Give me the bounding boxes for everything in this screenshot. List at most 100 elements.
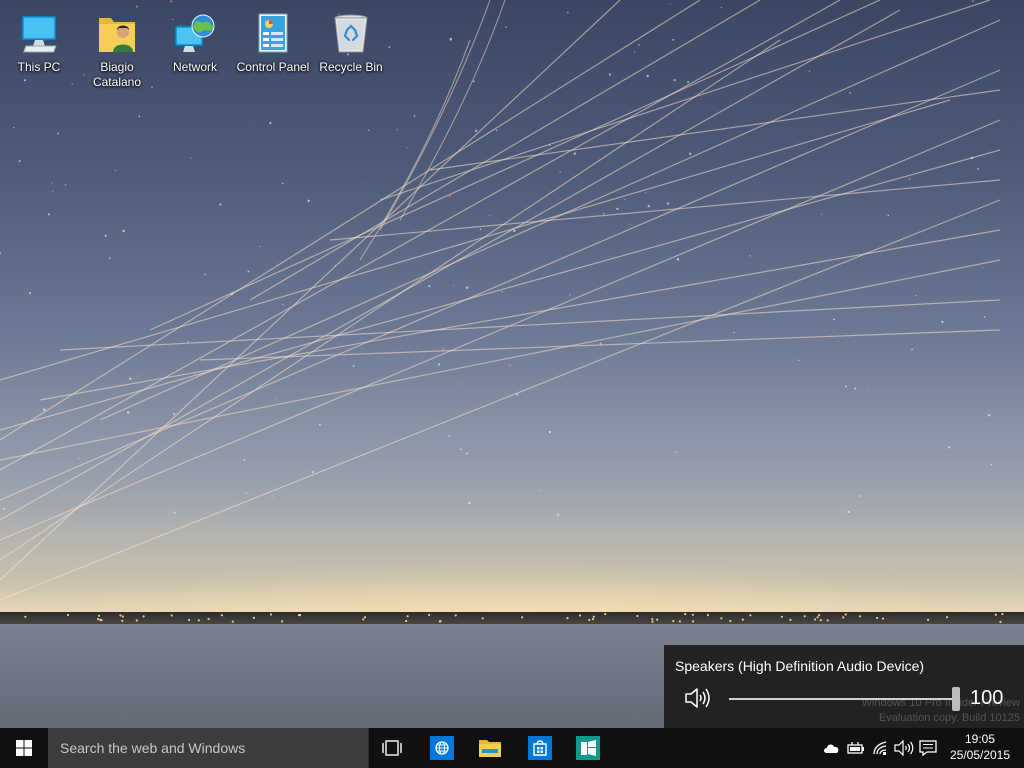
star xyxy=(307,199,310,203)
star xyxy=(396,129,399,131)
shore-light xyxy=(876,616,879,620)
star xyxy=(352,364,355,367)
start-button[interactable] xyxy=(0,728,48,768)
desktop-icon-control-panel[interactable]: Control Panel xyxy=(234,6,312,75)
star xyxy=(638,44,640,46)
shore-light xyxy=(121,615,124,618)
star xyxy=(385,478,388,481)
shore-light xyxy=(24,615,27,618)
shore-light xyxy=(197,619,200,622)
star-trail xyxy=(379,0,991,201)
desktop-icon-user-folder[interactable]: Biagio Catalano xyxy=(78,6,156,90)
star xyxy=(187,341,189,343)
star xyxy=(71,83,73,85)
shore-light xyxy=(438,620,441,623)
shore-light xyxy=(842,616,845,619)
star xyxy=(47,213,50,216)
star xyxy=(300,518,303,520)
desktop-icon-label: Control Panel xyxy=(236,60,310,74)
volume-slider-fill xyxy=(729,698,957,700)
star xyxy=(569,294,571,296)
shore-light xyxy=(636,614,639,618)
shore-light xyxy=(220,614,223,617)
file-explorer-button[interactable] xyxy=(466,728,514,768)
star xyxy=(52,191,54,193)
action-center-button[interactable] xyxy=(918,738,938,758)
app-tile-button[interactable] xyxy=(564,728,612,768)
star xyxy=(847,510,850,514)
desktop-icon-this-pc[interactable]: This PC xyxy=(0,6,78,75)
volume-slider-track[interactable] xyxy=(729,698,957,700)
desktop-icon-recycle-bin[interactable]: Recycle Bin xyxy=(312,6,390,75)
star xyxy=(453,262,455,264)
battery-button[interactable] xyxy=(846,738,866,758)
shore-light xyxy=(692,620,695,623)
star xyxy=(602,212,605,215)
network-tray-button[interactable] xyxy=(871,738,891,758)
star xyxy=(281,182,284,185)
star xyxy=(673,79,676,82)
desktop[interactable]: This PC Biagio Catalano Network Control … xyxy=(0,0,1024,728)
star xyxy=(741,165,743,167)
recycle-bin-icon xyxy=(334,14,368,53)
shore-light xyxy=(142,615,145,618)
shore-light xyxy=(780,615,784,618)
star xyxy=(854,387,857,390)
star xyxy=(448,435,451,437)
star xyxy=(138,115,141,118)
shore-light xyxy=(97,614,101,617)
star-trail xyxy=(429,89,1001,171)
star xyxy=(474,129,478,132)
browser-button[interactable] xyxy=(418,728,466,768)
star xyxy=(275,397,278,400)
star xyxy=(449,195,452,198)
watermark-line: Evaluation copy. Build 10125 xyxy=(878,712,1020,724)
shore-light xyxy=(729,619,732,623)
shore-light xyxy=(1001,612,1004,616)
file-explorer-icon xyxy=(479,740,501,757)
star xyxy=(849,92,851,94)
star xyxy=(18,160,21,163)
task-view-button[interactable] xyxy=(368,728,416,768)
shore-light xyxy=(207,617,210,621)
shore-light xyxy=(521,616,524,619)
star xyxy=(352,327,354,329)
speaker-mute-toggle-icon[interactable] xyxy=(684,686,710,710)
star xyxy=(136,375,139,378)
star xyxy=(57,132,59,135)
star xyxy=(428,285,431,288)
store-button[interactable] xyxy=(516,728,564,768)
star xyxy=(859,495,862,497)
shore-light xyxy=(454,614,457,617)
shore-light xyxy=(741,618,744,621)
star xyxy=(689,152,692,155)
star xyxy=(495,129,498,132)
star xyxy=(844,385,847,388)
volume-tray-button[interactable] xyxy=(894,738,914,758)
star xyxy=(129,377,132,380)
star xyxy=(465,286,469,289)
shore-light xyxy=(405,619,408,623)
star xyxy=(972,0,974,2)
browser-globe-icon xyxy=(430,736,454,760)
star xyxy=(676,258,680,261)
star xyxy=(173,412,176,415)
star xyxy=(368,129,370,131)
star xyxy=(488,215,491,217)
search-box[interactable]: Search the web and Windows xyxy=(48,728,369,768)
shore-light xyxy=(945,616,949,619)
desktop-icon-network[interactable]: Network xyxy=(156,6,234,75)
clock[interactable]: 19:05 25/05/2015 xyxy=(944,731,1016,763)
shore-light xyxy=(66,613,70,617)
star-trail xyxy=(0,199,1001,601)
star xyxy=(629,223,631,226)
shore-light xyxy=(579,614,582,617)
star xyxy=(247,270,250,273)
star xyxy=(573,152,577,155)
volume-slider-thumb[interactable] xyxy=(952,687,960,711)
star xyxy=(983,316,986,318)
shore-light xyxy=(672,619,675,623)
star xyxy=(567,11,569,14)
onedrive-button[interactable] xyxy=(822,738,842,758)
audio-device-name[interactable]: Speakers (High Definition Audio Device) xyxy=(675,658,924,674)
